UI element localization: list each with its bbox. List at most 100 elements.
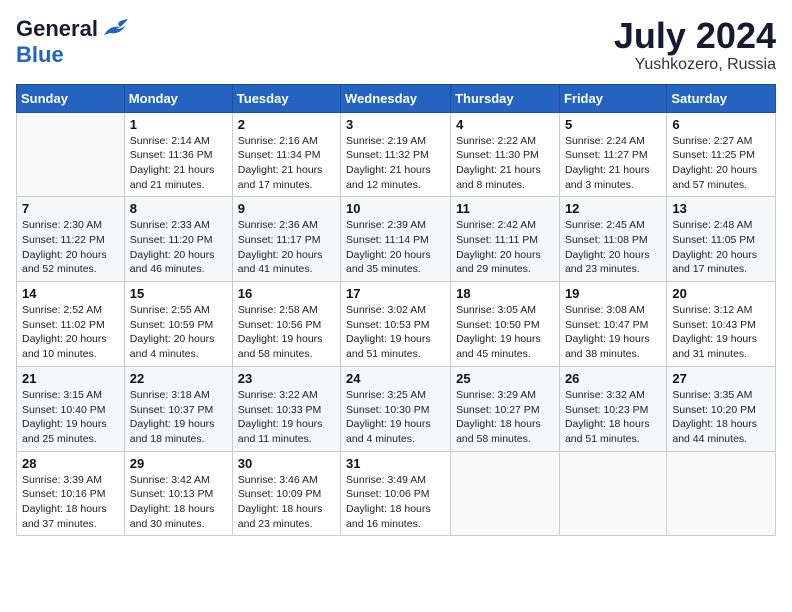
day-info: Sunrise: 2:22 AMSunset: 11:30 PMDaylight… xyxy=(456,134,554,193)
day-number: 18 xyxy=(456,286,554,301)
day-number: 4 xyxy=(456,117,554,132)
day-info: Sunrise: 2:52 AMSunset: 11:02 PMDaylight… xyxy=(22,303,119,362)
calendar-cell: 11Sunrise: 2:42 AMSunset: 11:11 PMDaylig… xyxy=(451,197,560,282)
day-number: 25 xyxy=(456,371,554,386)
day-info: Sunrise: 2:14 AMSunset: 11:36 PMDaylight… xyxy=(130,134,227,193)
calendar-cell: 28 Sunrise: 3:39 AMSunset: 10:16 PMDaylig… xyxy=(17,451,125,536)
day-number: 16 xyxy=(238,286,335,301)
calendar-table: SundayMondayTuesdayWednesdayThursdayFrid… xyxy=(16,84,776,537)
calendar-cell: 7 Sunrise: 2:30 AMSunset: 11:22 PMDayligh… xyxy=(17,197,125,282)
day-info: Sunrise: 3:08 AMSunset: 10:47 PMDaylight… xyxy=(565,303,661,362)
day-info: Sunrise: 3:49 AMSunset: 10:06 PMDaylight… xyxy=(346,473,445,532)
day-info: Sunrise: 3:29 AMSunset: 10:27 PMDaylight… xyxy=(456,388,554,447)
calendar-body: 1Sunrise: 2:14 AMSunset: 11:36 PMDayligh… xyxy=(17,112,776,536)
day-info: Sunrise: 2:39 AMSunset: 11:14 PMDaylight… xyxy=(346,218,445,277)
day-info: Sunrise: 2:30 AMSunset: 11:22 PMDaylight… xyxy=(22,218,119,277)
calendar-cell: 31 Sunrise: 3:49 AMSunset: 10:06 PMDaylig… xyxy=(341,451,451,536)
day-number: 28 xyxy=(22,456,119,471)
location-text: Yushkozero, Russia xyxy=(614,56,776,74)
calendar-cell: 20Sunrise: 3:12 AMSunset: 10:43 PMDaylig… xyxy=(667,282,776,367)
day-number: 22 xyxy=(130,371,227,386)
day-number: 27 xyxy=(672,371,770,386)
calendar-cell: 16 Sunrise: 2:58 AMSunset: 10:56 PMDaylig… xyxy=(232,282,340,367)
day-number: 19 xyxy=(565,286,661,301)
day-number: 17 xyxy=(346,286,445,301)
day-info: Sunrise: 3:35 AMSunset: 10:20 PMDaylight… xyxy=(672,388,770,447)
day-number: 2 xyxy=(238,117,335,132)
week-row-4: 21 Sunrise: 3:15 AMSunset: 10:40 PMDaylig… xyxy=(17,366,776,451)
logo: General Blue xyxy=(16,16,132,68)
week-row-3: 14 Sunrise: 2:52 AMSunset: 11:02 PMDaylig… xyxy=(17,282,776,367)
calendar-cell xyxy=(17,112,125,197)
day-number: 30 xyxy=(238,456,335,471)
day-number: 3 xyxy=(346,117,445,132)
dow-friday: Friday xyxy=(559,84,666,112)
day-number: 26 xyxy=(565,371,661,386)
day-number: 23 xyxy=(238,371,335,386)
day-info: Sunrise: 3:22 AMSunset: 10:33 PMDaylight… xyxy=(238,388,335,447)
calendar-cell: 15Sunrise: 2:55 AMSunset: 10:59 PMDaylig… xyxy=(124,282,232,367)
calendar-cell: 9 Sunrise: 2:36 AMSunset: 11:17 PMDayligh… xyxy=(232,197,340,282)
day-info: Sunrise: 2:58 AMSunset: 10:56 PMDaylight… xyxy=(238,303,335,362)
page-header: General Blue July 2024 Yushkozero, Russi… xyxy=(16,16,776,74)
dow-thursday: Thursday xyxy=(451,84,560,112)
calendar-cell: 13Sunrise: 2:48 AMSunset: 11:05 PMDaylig… xyxy=(667,197,776,282)
calendar-cell: 30 Sunrise: 3:46 AMSunset: 10:09 PMDaylig… xyxy=(232,451,340,536)
calendar-cell: 18 Sunrise: 3:05 AMSunset: 10:50 PMDaylig… xyxy=(451,282,560,367)
day-number: 11 xyxy=(456,201,554,216)
day-info: Sunrise: 3:32 AMSunset: 10:23 PMDaylight… xyxy=(565,388,661,447)
day-info: Sunrise: 2:16 AMSunset: 11:34 PMDaylight… xyxy=(238,134,335,193)
day-info: Sunrise: 2:45 AMSunset: 11:08 PMDaylight… xyxy=(565,218,661,277)
calendar-cell: 29Sunrise: 3:42 AMSunset: 10:13 PMDaylig… xyxy=(124,451,232,536)
calendar-cell: 25 Sunrise: 3:29 AMSunset: 10:27 PMDaylig… xyxy=(451,366,560,451)
days-of-week-row: SundayMondayTuesdayWednesdayThursdayFrid… xyxy=(17,84,776,112)
day-number: 15 xyxy=(130,286,227,301)
calendar-cell: 4 Sunrise: 2:22 AMSunset: 11:30 PMDayligh… xyxy=(451,112,560,197)
day-info: Sunrise: 3:39 AMSunset: 10:16 PMDaylight… xyxy=(22,473,119,532)
calendar-cell xyxy=(667,451,776,536)
day-number: 5 xyxy=(565,117,661,132)
week-row-2: 7 Sunrise: 2:30 AMSunset: 11:22 PMDayligh… xyxy=(17,197,776,282)
calendar-cell: 6 Sunrise: 2:27 AMSunset: 11:25 PMDayligh… xyxy=(667,112,776,197)
day-info: Sunrise: 3:18 AMSunset: 10:37 PMDaylight… xyxy=(130,388,227,447)
logo-blue-text: Blue xyxy=(16,42,64,68)
day-info: Sunrise: 2:48 AMSunset: 11:05 PMDaylight… xyxy=(672,218,770,277)
calendar-cell: 2 Sunrise: 2:16 AMSunset: 11:34 PMDayligh… xyxy=(232,112,340,197)
dow-monday: Monday xyxy=(124,84,232,112)
dow-saturday: Saturday xyxy=(667,84,776,112)
calendar-cell: 5 Sunrise: 2:24 AMSunset: 11:27 PMDayligh… xyxy=(559,112,666,197)
day-info: Sunrise: 2:27 AMSunset: 11:25 PMDaylight… xyxy=(672,134,770,193)
day-number: 24 xyxy=(346,371,445,386)
day-info: Sunrise: 2:33 AMSunset: 11:20 PMDaylight… xyxy=(130,218,227,277)
day-info: Sunrise: 2:36 AMSunset: 11:17 PMDaylight… xyxy=(238,218,335,277)
calendar-cell: 8Sunrise: 2:33 AMSunset: 11:20 PMDayligh… xyxy=(124,197,232,282)
day-info: Sunrise: 2:19 AMSunset: 11:32 PMDaylight… xyxy=(346,134,445,193)
dow-sunday: Sunday xyxy=(17,84,125,112)
day-number: 14 xyxy=(22,286,119,301)
day-number: 6 xyxy=(672,117,770,132)
logo-bird-icon xyxy=(100,17,132,41)
day-info: Sunrise: 2:24 AMSunset: 11:27 PMDaylight… xyxy=(565,134,661,193)
calendar-cell: 12Sunrise: 2:45 AMSunset: 11:08 PMDaylig… xyxy=(559,197,666,282)
day-number: 7 xyxy=(22,201,119,216)
day-info: Sunrise: 3:15 AMSunset: 10:40 PMDaylight… xyxy=(22,388,119,447)
day-number: 9 xyxy=(238,201,335,216)
calendar-cell: 17Sunrise: 3:02 AMSunset: 10:53 PMDaylig… xyxy=(341,282,451,367)
day-info: Sunrise: 3:46 AMSunset: 10:09 PMDaylight… xyxy=(238,473,335,532)
calendar-cell: 19 Sunrise: 3:08 AMSunset: 10:47 PMDaylig… xyxy=(559,282,666,367)
day-number: 29 xyxy=(130,456,227,471)
calendar-cell: 3 Sunrise: 2:19 AMSunset: 11:32 PMDayligh… xyxy=(341,112,451,197)
dow-tuesday: Tuesday xyxy=(232,84,340,112)
calendar-cell: 22 Sunrise: 3:18 AMSunset: 10:37 PMDaylig… xyxy=(124,366,232,451)
day-info: Sunrise: 3:05 AMSunset: 10:50 PMDaylight… xyxy=(456,303,554,362)
calendar-cell: 27 Sunrise: 3:35 AMSunset: 10:20 PMDaylig… xyxy=(667,366,776,451)
calendar-cell xyxy=(451,451,560,536)
day-number: 21 xyxy=(22,371,119,386)
day-number: 31 xyxy=(346,456,445,471)
dow-wednesday: Wednesday xyxy=(341,84,451,112)
day-info: Sunrise: 3:12 AMSunset: 10:43 PMDaylight… xyxy=(672,303,770,362)
calendar-cell: 26 Sunrise: 3:32 AMSunset: 10:23 PMDaylig… xyxy=(559,366,666,451)
week-row-1: 1Sunrise: 2:14 AMSunset: 11:36 PMDayligh… xyxy=(17,112,776,197)
week-row-5: 28 Sunrise: 3:39 AMSunset: 10:16 PMDaylig… xyxy=(17,451,776,536)
title-area: July 2024 Yushkozero, Russia xyxy=(614,16,776,74)
